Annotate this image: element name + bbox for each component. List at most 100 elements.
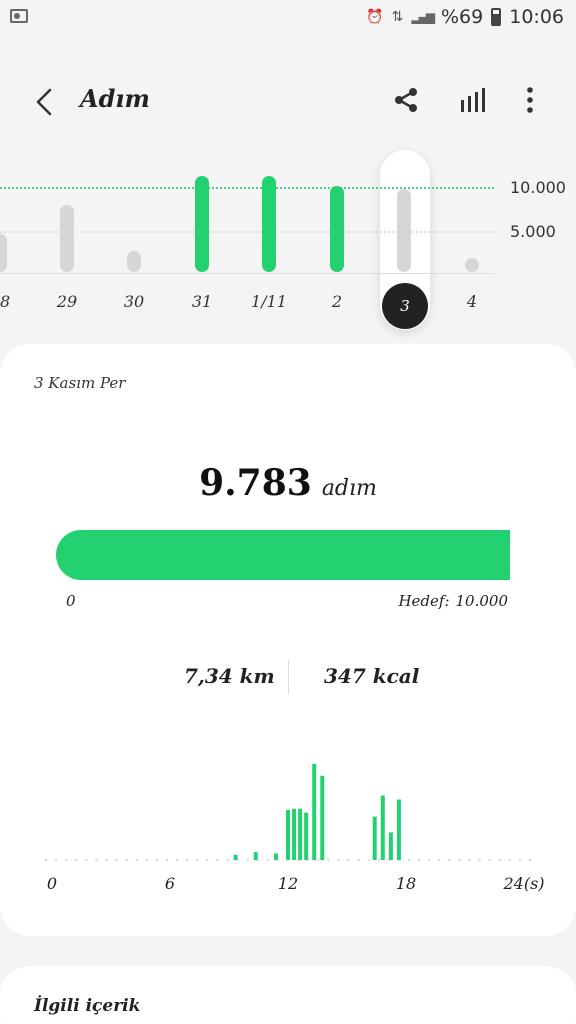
related-content-card[interactable]: İlgili içerik [0, 966, 576, 1024]
hourly-baseline-dot [417, 858, 421, 862]
hourly-bar-2 [273, 853, 278, 860]
day-label-4[interactable]: 4 [452, 292, 492, 311]
hourly-baseline-dot [367, 858, 370, 862]
clock: 10:06 [509, 6, 564, 28]
calories-value: 347 kcal [324, 664, 420, 688]
day-label-1-11[interactable]: 1/11 [249, 292, 289, 311]
hourly-chart-svg [44, 763, 532, 862]
hourly-baseline-dot [145, 858, 149, 862]
more-button[interactable] [520, 84, 540, 116]
app-bar: Adım [0, 70, 576, 134]
day-bar-31[interactable] [195, 176, 209, 272]
day-bar-1-11[interactable] [262, 176, 276, 272]
hourly-bar-1 [253, 852, 258, 860]
goal-progress-bar [56, 530, 520, 580]
hourly-baseline-dot [488, 858, 491, 862]
hourly-baseline-dot [357, 858, 360, 862]
chevron-left-icon [36, 88, 52, 116]
status-icons: ⏰ ⇅ ▂▄▆ %69 10:06 [366, 6, 564, 28]
hourly-bar-0 [233, 854, 238, 860]
hourly-baseline-dot [468, 858, 471, 862]
hourly-bar-8 [320, 775, 325, 860]
hour-label-24: 24(s) [503, 874, 545, 893]
hourly-baseline-dot [115, 858, 118, 862]
day-bar-28[interactable] [0, 233, 7, 272]
hourly-baseline-dot [246, 858, 249, 862]
data-icon: ⇅ [391, 9, 404, 25]
share-icon [395, 88, 417, 112]
hourly-bar-10 [380, 795, 385, 860]
hourly-baseline-dot [327, 858, 330, 862]
hourly-baseline-dot [216, 858, 219, 862]
battery-percent: %69 [441, 6, 484, 28]
hourly-baseline-dot [317, 858, 320, 862]
signal-icon: ▂▄▆ [411, 10, 435, 24]
hourly-baseline-dot [165, 858, 169, 862]
y-label-mid: 5.000 [510, 222, 556, 241]
hourly-baseline-dot [337, 858, 340, 862]
hourly-baseline-dot [75, 858, 78, 862]
hourly-baseline-dot [518, 858, 522, 862]
hour-label-0: 0 [46, 874, 58, 893]
day-label-31[interactable]: 31 [182, 292, 222, 311]
day-summary-card: 3 Kasım Per 9.783 adım 0 Hedef: 10.000 7,3… [0, 344, 576, 936]
hourly-baseline-dot [64, 858, 68, 862]
goal-value: 10.000 [455, 592, 509, 610]
day-bar-2[interactable] [330, 185, 344, 272]
hourly-baseline-dot [125, 858, 128, 862]
hourly-bar-12 [396, 799, 401, 860]
share-button[interactable] [392, 86, 420, 114]
steps-value: 9.783 [199, 462, 312, 504]
hourly-baseline-dot [478, 858, 481, 862]
day-label-30[interactable]: 30 [114, 292, 154, 311]
hourly-baseline-dot [44, 858, 48, 862]
hourly-baseline-dot [185, 858, 189, 862]
progress-start-label: 0 [66, 592, 76, 610]
hourly-bar-5 [298, 808, 303, 860]
mid-line [0, 231, 494, 233]
hourly-baseline-dot [448, 858, 451, 862]
hourly-bar-7 [312, 763, 317, 860]
hourly-baseline-dot [135, 858, 138, 862]
hourly-bar-6 [304, 812, 309, 860]
battery-icon [491, 8, 502, 26]
hourly-baseline-dot [196, 858, 199, 862]
day-label-2[interactable]: 2 [317, 292, 357, 311]
hourly-baseline-dot [54, 858, 58, 862]
more-vertical-icon [527, 87, 533, 113]
hourly-baseline-dot [377, 858, 380, 862]
related-content-title: İlgili içerik [34, 996, 141, 1016]
hourly-bar-3 [286, 810, 290, 860]
day-label-28[interactable]: 28 [0, 292, 20, 311]
hourly-baseline-dot [508, 858, 512, 862]
goal-label-text: Hedef: [398, 592, 450, 610]
alarm-icon: ⏰ [366, 9, 384, 25]
hourly-baseline-dot [85, 858, 88, 862]
distance-value: 7,34 km [184, 664, 275, 688]
hourly-bar-9 [372, 816, 377, 860]
base-line [0, 273, 494, 274]
hourly-baseline-dot [498, 858, 501, 862]
day-label-selected[interactable]: 3 [382, 283, 428, 329]
hour-label-18: 18 [395, 874, 417, 893]
hourly-baseline-dot [226, 858, 229, 862]
steps-count: 9.783 adım [0, 462, 576, 504]
steps-unit: adım [321, 476, 377, 501]
hourly-baseline-dot [347, 858, 350, 862]
day-bar-4[interactable] [465, 258, 479, 272]
hourly-baseline-dot [438, 858, 441, 862]
back-button[interactable] [32, 86, 56, 118]
stats-button[interactable] [458, 86, 488, 114]
goal-line [0, 187, 494, 189]
hourly-bar-4 [292, 808, 297, 860]
page-title: Adım [80, 84, 150, 113]
day-bar-30[interactable] [127, 250, 141, 272]
day-label-29[interactable]: 29 [47, 292, 87, 311]
day-bar-29[interactable] [60, 204, 74, 272]
hourly-baseline-dot [155, 858, 159, 862]
bar-chart-icon [461, 88, 485, 112]
y-label-goal: 10.000 [510, 178, 566, 197]
day-bar-3[interactable] [397, 189, 411, 272]
hourly-baseline-dot [105, 858, 108, 862]
divider [288, 660, 289, 694]
